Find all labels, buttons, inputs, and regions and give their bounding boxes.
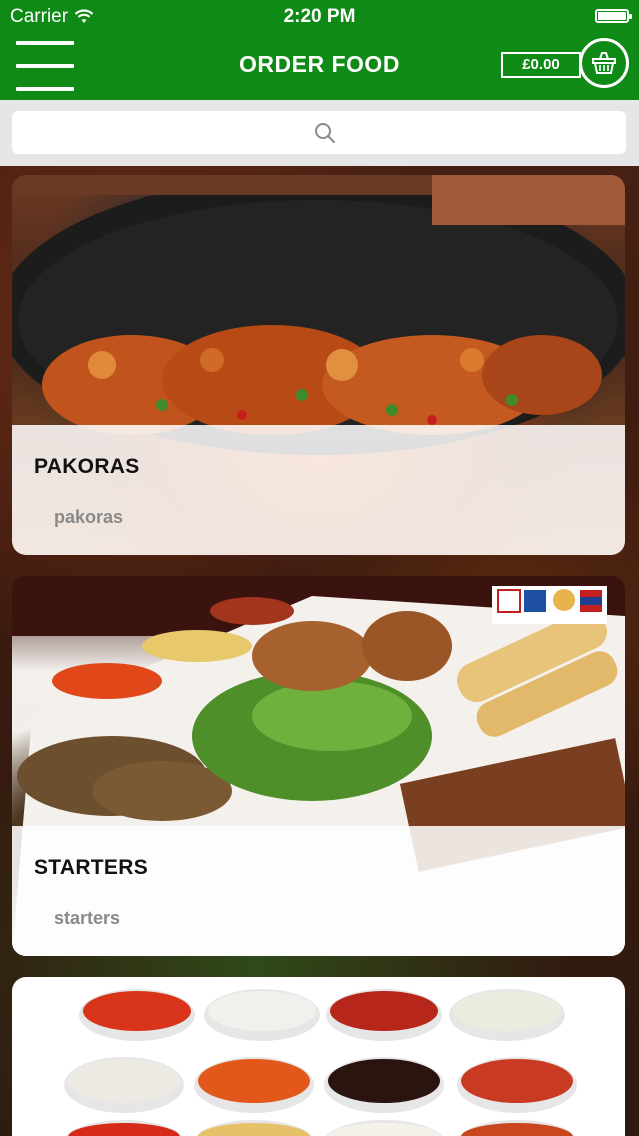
category-title: STARTERS — [34, 856, 149, 879]
app-screen: Carrier 2:20 PM ORDER FOOD £0.00 PAKORAS… — [0, 0, 639, 1136]
category-card-pakoras[interactable]: PAKORAS pakoras — [12, 175, 625, 555]
basket-icon — [579, 38, 629, 88]
category-subtitle: pakoras — [54, 507, 124, 527]
category-caption: PAKORAS pakoras — [12, 425, 625, 555]
cart-total: £0.00 — [501, 52, 581, 78]
category-caption: STARTERS starters — [12, 826, 625, 956]
battery-icon — [595, 9, 632, 23]
menu-icon-line — [16, 87, 74, 91]
status-time: 2:20 PM — [283, 6, 356, 27]
category-title: PAKORAS — [34, 455, 140, 478]
status-bar: Carrier 2:20 PM — [0, 0, 639, 34]
category-image-sauces — [12, 977, 625, 1136]
cart-button[interactable]: £0.00 — [501, 38, 629, 90]
category-subtitle: starters — [54, 908, 121, 928]
search-bar — [0, 100, 639, 166]
category-card-sauces[interactable] — [12, 977, 625, 1136]
menu-icon-line — [16, 41, 74, 45]
navigation-bar: ORDER FOOD £0.00 — [0, 34, 639, 100]
category-card-starters[interactable]: STARTERS starters — [12, 576, 625, 956]
search-icon — [314, 122, 336, 149]
search-input[interactable] — [12, 111, 626, 154]
